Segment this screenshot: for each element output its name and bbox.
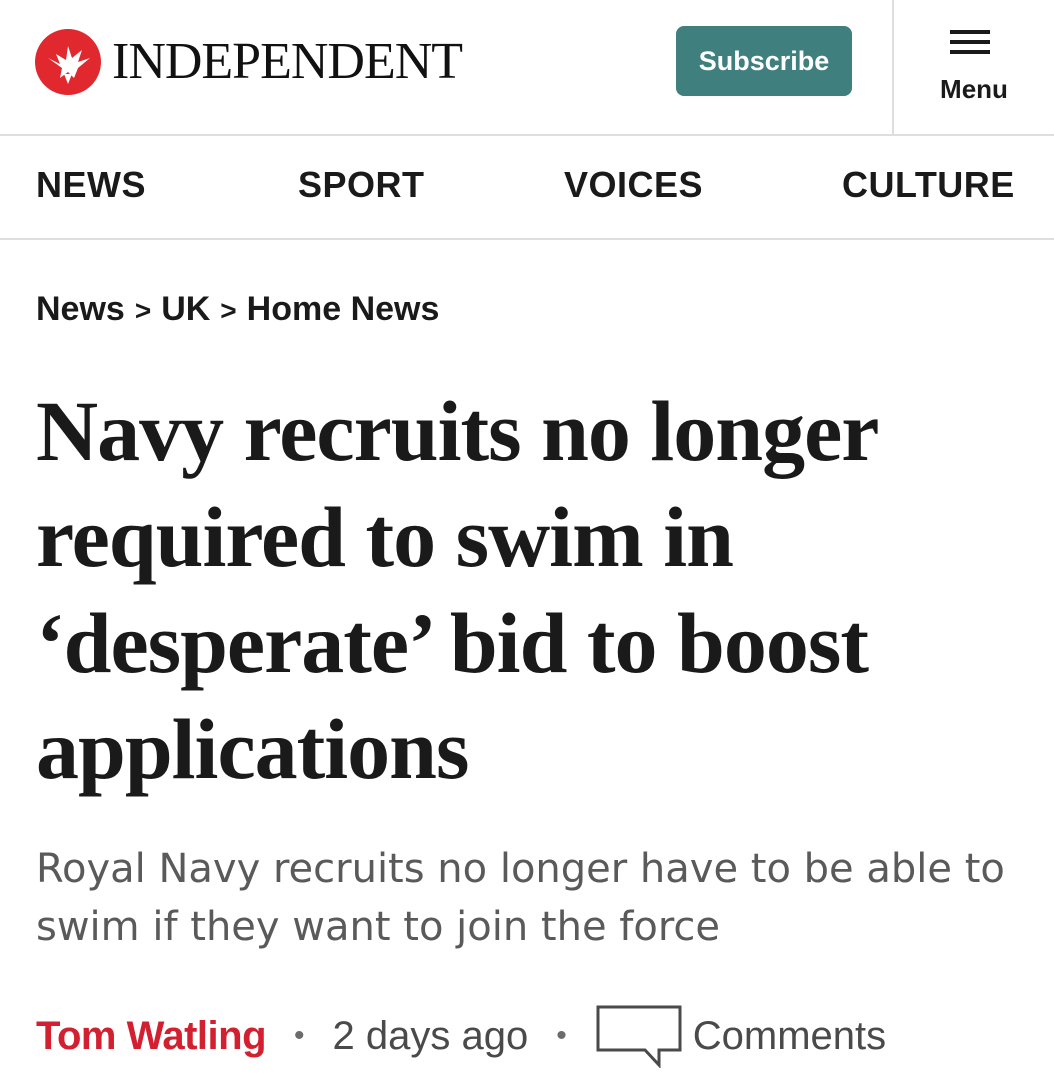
breadcrumb-separator: > [134,295,152,326]
nav-item-voices[interactable]: VOICES [564,164,703,206]
nav-item-news[interactable]: NEWS [36,164,146,206]
publish-time: 2 days ago [332,1013,529,1058]
subscribe-button[interactable]: Subscribe [676,26,852,96]
article-headline: Navy recruits no longer required to swim… [36,383,878,797]
breadcrumb-item-uk[interactable]: UK [161,290,210,328]
hamburger-icon [950,30,990,54]
breadcrumb-item-home-news[interactable]: Home News [247,290,440,328]
eagle-icon [35,29,101,95]
article-standfirst: Royal Navy recruits no longer have to be… [36,846,1005,950]
menu-label: Menu [940,74,1008,104]
author-link[interactable]: Tom Watling [36,1014,267,1059]
nav-item-sport[interactable]: SPORT [298,164,425,206]
nav-item-culture[interactable]: CULTURE [842,164,1015,206]
site-logo[interactable]: INDEPENDENT [34,26,463,98]
site-header: INDEPENDENT Subscribe Menu [0,0,1054,136]
byline-separator: • [556,1019,567,1052]
menu-button[interactable]: Menu [894,0,1054,134]
comments-link[interactable]: Comments [595,1004,886,1068]
section-nav: NEWS SPORT VOICES CULTURE [0,136,1054,240]
logo-wordmark: INDEPENDENT [112,33,463,90]
byline-separator: • [294,1019,305,1052]
breadcrumb: News > UK > Home News [36,290,439,329]
article-byline: Tom Watling • 2 days ago • Comments [36,1005,886,1068]
comments-label: Comments [692,1013,887,1058]
breadcrumb-item-news[interactable]: News [36,290,125,328]
breadcrumb-separator: > [220,295,237,326]
speech-bubble-icon [596,1005,682,1068]
